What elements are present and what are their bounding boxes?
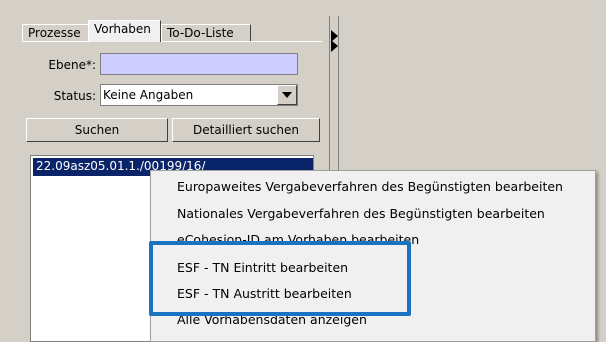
- menu-item-nationales-vergabeverfahren[interactable]: Nationales Vergabeverfahren des Begünsti…: [177, 202, 545, 226]
- ebene-input[interactable]: [100, 53, 298, 75]
- splitter-arrow-icon[interactable]: [331, 40, 338, 52]
- search-button[interactable]: Suchen: [26, 118, 168, 142]
- tab-vorhaben[interactable]: Vorhaben: [88, 20, 161, 42]
- tab-todo-liste[interactable]: To-Do-Liste: [161, 24, 251, 42]
- menu-item-europaweites-vergabeverfahren[interactable]: Europaweites Vergabeverfahren des Begüns…: [177, 175, 563, 199]
- tab-divider: [22, 41, 322, 42]
- status-select-value: Keine Angaben: [103, 88, 194, 102]
- status-dropdown-button[interactable]: [277, 85, 297, 105]
- highlight-annotation: [149, 241, 411, 316]
- status-label: Status:: [53, 89, 96, 103]
- detailed-search-button[interactable]: Detailliert suchen: [172, 118, 320, 142]
- chevron-down-icon: [282, 92, 292, 98]
- tab-prozesse[interactable]: Prozesse: [22, 24, 89, 42]
- ebene-label: Ebene*:: [48, 58, 96, 72]
- status-select[interactable]: Keine Angaben: [100, 84, 298, 106]
